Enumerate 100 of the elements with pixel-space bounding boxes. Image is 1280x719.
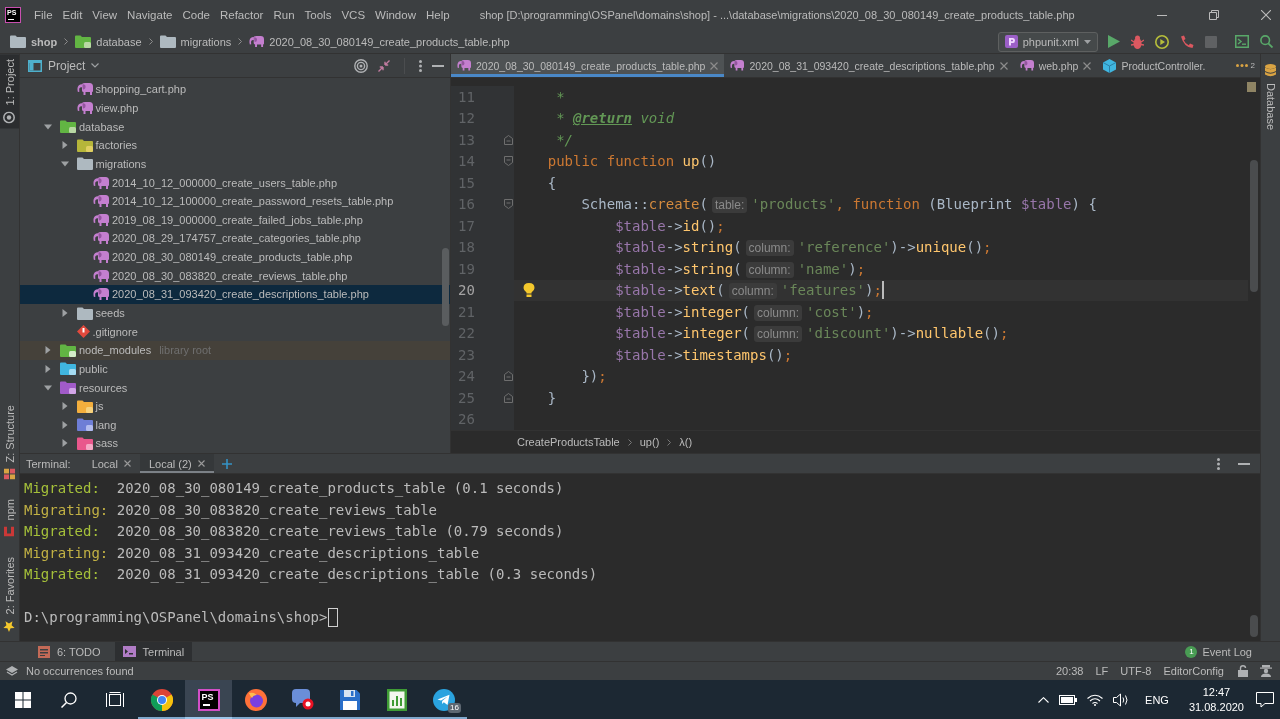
tool-window-button[interactable]: 6: TODO xyxy=(30,642,109,661)
menu-item[interactable]: Help xyxy=(421,7,454,23)
menu-item[interactable]: Refactor xyxy=(215,7,268,23)
clock[interactable]: 12:47 31.08.2020 xyxy=(1180,680,1252,719)
tree-item[interactable]: migrations xyxy=(60,154,153,174)
menu-item[interactable]: VCS xyxy=(337,7,370,23)
run-icon[interactable] xyxy=(1108,35,1120,48)
tree-item[interactable]: .gitignore xyxy=(76,322,144,341)
more-vertical-icon[interactable] xyxy=(1217,457,1220,470)
tool-window-tab[interactable]: 2: Favorites xyxy=(0,551,19,637)
collapsed-arrow-icon[interactable] xyxy=(60,439,69,448)
tool-window-tab[interactable]: npm xyxy=(0,494,19,542)
fold-start-icon[interactable] xyxy=(504,156,513,167)
menu-item[interactable]: Navigate xyxy=(123,7,177,23)
tool-window-button[interactable]: Terminal xyxy=(114,642,193,661)
scrollbar-thumb[interactable] xyxy=(1250,160,1258,292)
tree-item[interactable]: database xyxy=(44,117,131,136)
collapsed-arrow-icon[interactable] xyxy=(60,141,69,150)
expanded-arrow-icon[interactable] xyxy=(60,159,69,168)
breadcrumb-item[interactable]: CreateProductsTable xyxy=(517,436,620,448)
editor-tab[interactable]: 2020_08_30_080149_create_products_table.php xyxy=(451,54,725,77)
breadcrumb-item[interactable]: 2020_08_30_080149_create_products_table.php xyxy=(247,34,512,49)
tree-item[interactable]: js xyxy=(60,396,110,416)
editor-tab[interactable]: web.php xyxy=(1013,54,1098,77)
close-icon[interactable] xyxy=(1083,61,1092,70)
collapsed-arrow-icon[interactable] xyxy=(60,420,69,429)
search-icon[interactable] xyxy=(1260,35,1273,48)
tree-item[interactable]: public xyxy=(44,359,114,379)
tree-item[interactable]: 2020_08_30_083820_create_reviews_table.php xyxy=(93,266,354,286)
wifi-icon[interactable] xyxy=(1087,693,1104,706)
menu-item[interactable]: File xyxy=(30,7,57,23)
more-vertical-icon[interactable] xyxy=(419,59,422,72)
status-field[interactable]: LF xyxy=(1095,665,1109,677)
collapsed-arrow-icon[interactable] xyxy=(60,402,69,411)
tree-item[interactable]: lang xyxy=(60,415,123,435)
breadcrumb-item[interactable]: up() xyxy=(639,436,660,448)
breadcrumb-item[interactable]: database xyxy=(73,34,144,49)
plus-icon[interactable] xyxy=(221,458,232,469)
layers-icon[interactable] xyxy=(6,665,18,677)
tree-item[interactable]: 2014_10_12_000000_create_users_table.php xyxy=(93,173,344,192)
terminal-tab[interactable]: Local (2) xyxy=(139,454,214,473)
person-icon[interactable] xyxy=(1260,665,1272,677)
editor-tab[interactable]: 2020_08_31_093420_create_descriptions_table.php xyxy=(724,54,1014,77)
terminal-icon[interactable] xyxy=(1235,35,1249,48)
light-bulb-icon[interactable] xyxy=(523,282,535,297)
minimize-icon[interactable] xyxy=(1157,14,1167,16)
tree-item[interactable]: 2020_08_30_080149_create_products_table.php xyxy=(93,247,359,267)
breadcrumb-item[interactable]: shop xyxy=(8,34,60,49)
tree-item[interactable]: factories xyxy=(60,135,144,155)
restore-icon[interactable] xyxy=(1209,10,1219,20)
run-configuration-dropdown[interactable]: phpunit.xml xyxy=(997,31,1098,52)
fold-end-icon[interactable] xyxy=(504,392,513,403)
more-tabs-button[interactable]: 2 xyxy=(1230,54,1260,77)
collapsed-arrow-icon[interactable] xyxy=(44,364,52,373)
phone-icon[interactable] xyxy=(1180,34,1194,49)
editor-tab[interactable]: ProductController. xyxy=(1097,54,1212,77)
tree-item[interactable]: 2014_10_12_100000_create_password_resets_table.php xyxy=(93,191,400,211)
minimize-icon[interactable] xyxy=(432,64,444,67)
coverage-icon[interactable] xyxy=(1155,34,1169,49)
close-icon[interactable] xyxy=(999,61,1008,70)
menu-item[interactable]: Run xyxy=(269,7,299,23)
menu-item[interactable]: View xyxy=(88,7,122,23)
breadcrumb-item[interactable]: λ() xyxy=(679,436,693,448)
close-icon[interactable] xyxy=(1261,10,1271,20)
lock-icon[interactable] xyxy=(1238,665,1248,677)
tree-item[interactable]: seeds xyxy=(60,303,131,323)
tree-item[interactable]: view.php xyxy=(76,98,145,118)
breadcrumb-item[interactable]: migrations xyxy=(157,34,234,49)
tool-window-tab[interactable]: Z: Structure xyxy=(0,399,19,485)
language-indicator[interactable]: ENG xyxy=(1139,680,1175,719)
chevron-up-icon[interactable] xyxy=(1038,696,1050,703)
expanded-arrow-icon[interactable] xyxy=(44,122,52,131)
status-field[interactable]: 20:38 xyxy=(1055,665,1084,677)
menu-item[interactable]: Edit xyxy=(58,7,87,23)
status-field[interactable]: UTF-8 xyxy=(1120,665,1152,677)
menu-item[interactable]: Tools xyxy=(300,7,336,23)
collapsed-arrow-icon[interactable] xyxy=(44,346,52,355)
tree-item[interactable]: resources xyxy=(44,378,134,397)
status-field[interactable]: EditorConfig xyxy=(1163,665,1224,677)
minimize-icon[interactable] xyxy=(1238,462,1250,465)
tool-window-tab[interactable]: 1: Project xyxy=(0,54,19,129)
project-view-dropdown[interactable]: Project xyxy=(28,58,100,73)
close-icon[interactable] xyxy=(197,460,205,467)
event-log-button[interactable]: 1 Event Log xyxy=(1185,642,1280,661)
volume-icon[interactable] xyxy=(1113,692,1130,707)
bug-icon[interactable] xyxy=(1131,34,1144,49)
tree-item[interactable]: 2020_08_31_093420_create_descriptions_table.php xyxy=(20,285,450,304)
fold-start-icon[interactable] xyxy=(504,199,513,210)
tool-window-tab[interactable]: Database xyxy=(1261,60,1280,135)
menu-item[interactable]: Window xyxy=(371,7,420,23)
tree-item[interactable]: sass xyxy=(60,434,125,453)
tree-item[interactable]: shopping_cart.php xyxy=(76,80,192,99)
close-icon[interactable] xyxy=(710,61,719,70)
menu-item[interactable]: Code xyxy=(178,7,214,23)
battery-icon[interactable] xyxy=(1059,694,1078,705)
collapse-icon[interactable] xyxy=(378,59,390,72)
target-icon[interactable] xyxy=(354,58,368,73)
collapsed-arrow-icon[interactable] xyxy=(60,309,69,317)
scrollbar-thumb[interactable] xyxy=(442,248,449,326)
terminal-tab[interactable]: Local xyxy=(82,454,140,473)
